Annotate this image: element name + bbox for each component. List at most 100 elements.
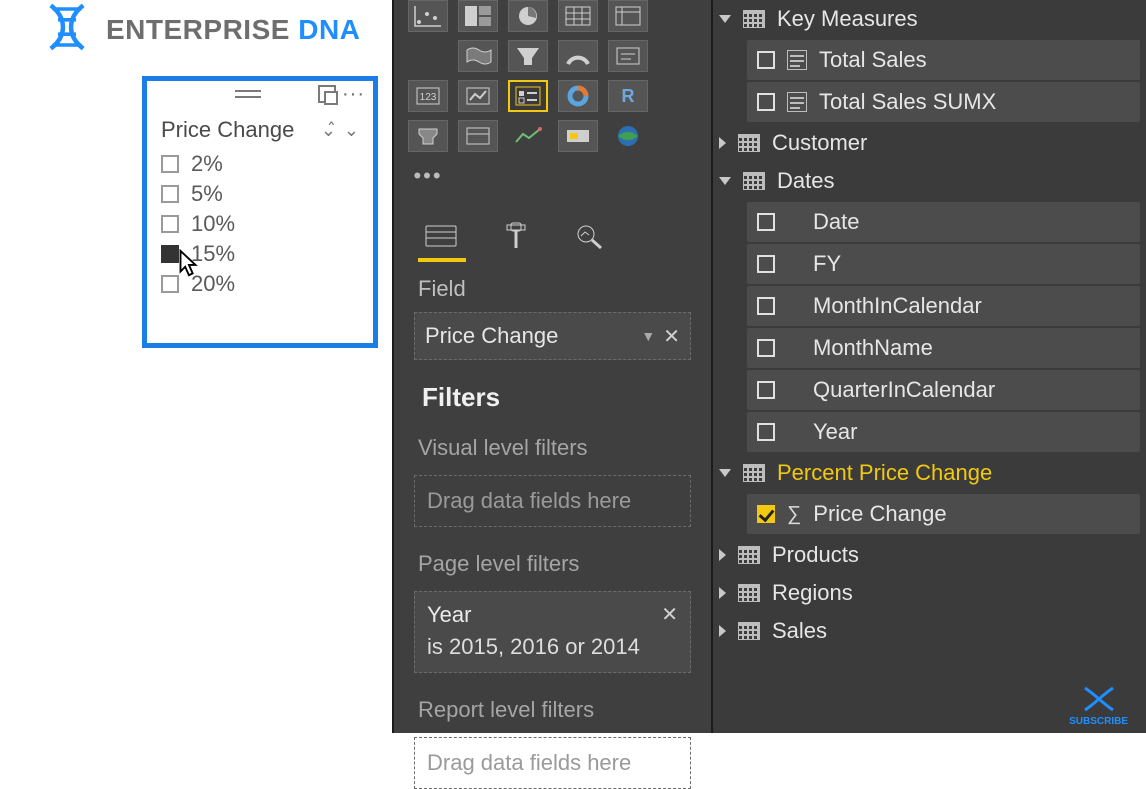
field-well-price-change[interactable]: Price Change ▼ ✕ [414,312,691,360]
remove-page-filter-icon[interactable]: ✕ [661,602,678,627]
more-options-icon[interactable]: ··· [342,88,365,100]
custom-visual-1-icon[interactable] [558,120,598,152]
field-monthincalendar[interactable]: MonthInCalendar [747,286,1140,326]
format-tab[interactable] [494,216,536,254]
field-well-value: Price Change [425,323,558,349]
svg-text:123: 123 [420,92,437,103]
slicer-header: ··· [147,81,373,107]
field-checkbox[interactable] [757,213,775,231]
field-checkbox[interactable] [757,255,775,273]
slicer-item[interactable]: 2% [161,149,359,179]
table-icon [738,134,760,152]
visual-filters-dropzone[interactable]: Drag data fields here [414,475,691,527]
field-checkbox[interactable] [757,423,775,441]
visualization-gallery: 123 R ••• [404,0,701,202]
fields-tab[interactable] [420,216,462,254]
field-monthname[interactable]: MonthName [747,328,1140,368]
slicer-title-row: Price Change ⌄̂ ⌄ [147,107,373,147]
field-price-change[interactable]: ∑ Price Change [747,494,1140,534]
field-fy[interactable]: FY [747,244,1140,284]
table-regions[interactable]: Regions [713,574,1146,612]
visualizations-panel: 123 R ••• Field Price Change ▼ ✕ Filters… [392,0,711,733]
card-icon[interactable] [608,40,648,72]
matrix-icon[interactable] [608,0,648,32]
filled-map-icon[interactable] [458,40,498,72]
table-products[interactable]: Products [713,536,1146,574]
table-icon[interactable] [558,0,598,32]
table-dates[interactable]: Dates [713,162,1146,200]
sigma-icon: ∑ [787,503,801,526]
field-total-sales[interactable]: Total Sales [747,40,1140,80]
kpi-icon[interactable] [458,80,498,112]
svg-text:R: R [622,86,635,106]
gauge-icon[interactable] [558,40,598,72]
slicer-item[interactable]: 10% [161,209,359,239]
field-year[interactable]: Year [747,412,1140,452]
remove-field-icon[interactable]: ✕ [663,324,680,349]
page-level-filters-label: Page level filters [404,541,701,587]
field-date[interactable]: Date [747,202,1140,242]
treemap-icon[interactable] [458,0,498,32]
expand-caret-icon[interactable] [719,625,726,637]
field-checkbox-checked[interactable] [757,505,775,523]
scatter-chart-icon[interactable] [408,0,448,32]
field-quarterincalendar[interactable]: QuarterInCalendar [747,370,1140,410]
expand-caret-icon[interactable] [719,549,726,561]
pie-chart-icon[interactable] [508,0,548,32]
drag-handle-icon[interactable] [235,90,261,98]
table-icon [743,172,765,190]
multi-row-card-icon[interactable]: 123 [408,80,448,112]
line-chart-icon[interactable] [508,120,548,152]
page-filter-year[interactable]: Year is 2015, 2016 or 2014 ✕ [414,591,691,673]
r-visual-icon[interactable]: R [608,80,648,112]
format-tabs [404,202,701,254]
report-level-filters-label: Report level filters [404,687,701,733]
more-visuals-icon[interactable]: ••• [408,160,448,192]
field-checkbox[interactable] [757,381,775,399]
funnel-chart-icon[interactable] [508,40,548,72]
slicer-title: Price Change [161,117,294,143]
focus-mode-icon[interactable] [318,85,336,103]
analytics-tab[interactable] [568,216,610,254]
slicer-item[interactable]: 20% [161,269,359,299]
table-icon [738,546,760,564]
slicer-item-selected[interactable]: 15% [161,239,359,269]
report-canvas: ENTERPRISE DNA ··· Price Change ⌄̂ ⌄ 2% … [0,0,392,733]
report-filters-dropzone[interactable]: Drag data fields here [414,737,691,789]
field-checkbox[interactable] [757,93,775,111]
slicer-item[interactable]: 5% [161,179,359,209]
slicer-visual-icon[interactable] [508,80,548,112]
field-checkbox[interactable] [757,51,775,69]
table-sales[interactable]: Sales [713,612,1146,650]
page-filter-summary: is 2015, 2016 or 2014 [427,634,678,660]
expand-caret-icon[interactable] [719,587,726,599]
slicer-clear-icon[interactable]: ⌄̂ [321,120,336,141]
subscribe-badge[interactable]: SUBSCRIBE [1069,684,1128,727]
expand-caret-icon[interactable] [719,15,731,23]
logo-text: ENTERPRISE DNA [106,14,360,46]
table-key-measures[interactable]: Key Measures [713,0,1146,38]
field-section-label: Field [404,254,701,312]
measure-icon [787,92,807,112]
slicer-dropdown-icon[interactable]: ⌄ [344,120,359,141]
arcgis-map-icon[interactable] [608,120,648,152]
expand-caret-icon[interactable] [719,469,731,477]
slicer-items: 2% 5% 10% 15% 20% [147,147,373,301]
measure-icon [787,50,807,70]
table-icon [743,10,765,28]
price-change-slicer[interactable]: ··· Price Change ⌄̂ ⌄ 2% 5% 10% 15% 20% [142,76,378,348]
expand-caret-icon[interactable] [719,177,731,185]
donut-chart-icon[interactable] [558,80,598,112]
field-checkbox[interactable] [757,297,775,315]
table-visual-icon[interactable] [458,120,498,152]
page-filter-field: Year [427,602,678,628]
shape-map-icon[interactable] [408,120,448,152]
table-customer[interactable]: Customer [713,124,1146,162]
table-icon [738,584,760,602]
table-percent-price-change[interactable]: Percent Price Change [713,454,1146,492]
table-icon [743,464,765,482]
dropdown-arrow-icon[interactable]: ▼ [641,328,655,344]
field-total-sales-sumx[interactable]: Total Sales SUMX [747,82,1140,122]
field-checkbox[interactable] [757,339,775,357]
expand-caret-icon[interactable] [719,137,726,149]
